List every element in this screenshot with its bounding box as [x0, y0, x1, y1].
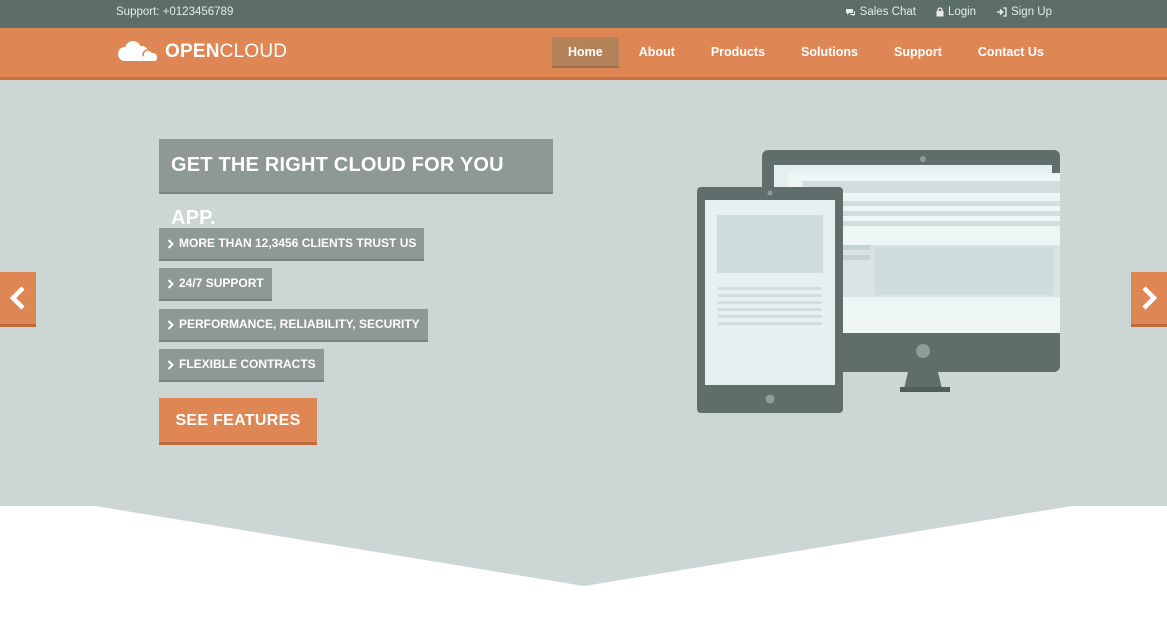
devices-illustration [697, 150, 1060, 413]
nav-support[interactable]: Support [878, 37, 958, 68]
nav-products[interactable]: Products [695, 37, 781, 68]
nav-menu: Home About Products Solutions Support Co… [552, 37, 1064, 68]
chevron-right-icon [167, 278, 174, 289]
sign-up-label: Sign Up [1011, 6, 1052, 18]
top-bar: Support: +0123456789 Sales Chat Login Si… [0, 0, 1167, 28]
chevron-right-icon [1142, 286, 1158, 310]
support-phone: Support: +0123456789 [116, 6, 234, 18]
login-link[interactable]: Login [936, 6, 976, 18]
chevron-right-icon [167, 238, 174, 249]
cloud-icon [118, 41, 157, 61]
sales-chat-link[interactable]: Sales Chat [845, 6, 916, 18]
feature-item: FLEXIBLE CONTRACTS [159, 349, 324, 380]
monitor-stand [904, 372, 942, 389]
feature-item: PERFORMANCE, RELIABILITY, SECURITY [159, 309, 428, 340]
sign-in-icon [997, 7, 1007, 17]
chevron-right-icon [167, 359, 174, 370]
slider-prev-button[interactable] [0, 272, 36, 327]
feature-label: MORE THAN 12,3456 CLIENTS TRUST US [179, 236, 417, 250]
logo-text-bold: OPEN [165, 41, 220, 62]
hero-chevron-shape [0, 506, 1167, 636]
feature-item: MORE THAN 12,3456 CLIENTS TRUST US [159, 228, 425, 259]
slider-next-button[interactable] [1131, 272, 1167, 327]
logo-text-light: CLOUD [219, 41, 288, 62]
feature-item: 24/7 SUPPORT [159, 268, 272, 299]
sales-chat-label: Sales Chat [859, 6, 916, 18]
logo[interactable]: OPENCLOUD [115, 40, 287, 64]
sign-up-link[interactable]: Sign Up [996, 6, 1052, 18]
chevron-right-icon [167, 319, 174, 330]
nav-about[interactable]: About [623, 37, 691, 68]
login-label: Login [947, 6, 977, 18]
chevron-left-icon [9, 286, 25, 310]
lock-icon [936, 7, 944, 17]
see-features-button[interactable]: SEE FEATURES [159, 398, 317, 445]
nav-contact-us[interactable]: Contact Us [962, 37, 1060, 68]
top-links: Sales Chat Login Sign Up [845, 6, 1052, 18]
main-navbar: OPENCLOUD Home About Products Solutions … [0, 28, 1167, 80]
nav-home[interactable]: Home [552, 37, 619, 68]
nav-solutions[interactable]: Solutions [785, 37, 874, 68]
feature-label: 24/7 SUPPORT [179, 276, 264, 290]
feature-label: FLEXIBLE CONTRACTS [179, 357, 316, 371]
chat-icon [845, 8, 855, 16]
hero-headline: GET THE RIGHT CLOUD FOR YOU APP. [159, 139, 553, 229]
feature-label: PERFORMANCE, RELIABILITY, SECURITY [179, 317, 420, 331]
